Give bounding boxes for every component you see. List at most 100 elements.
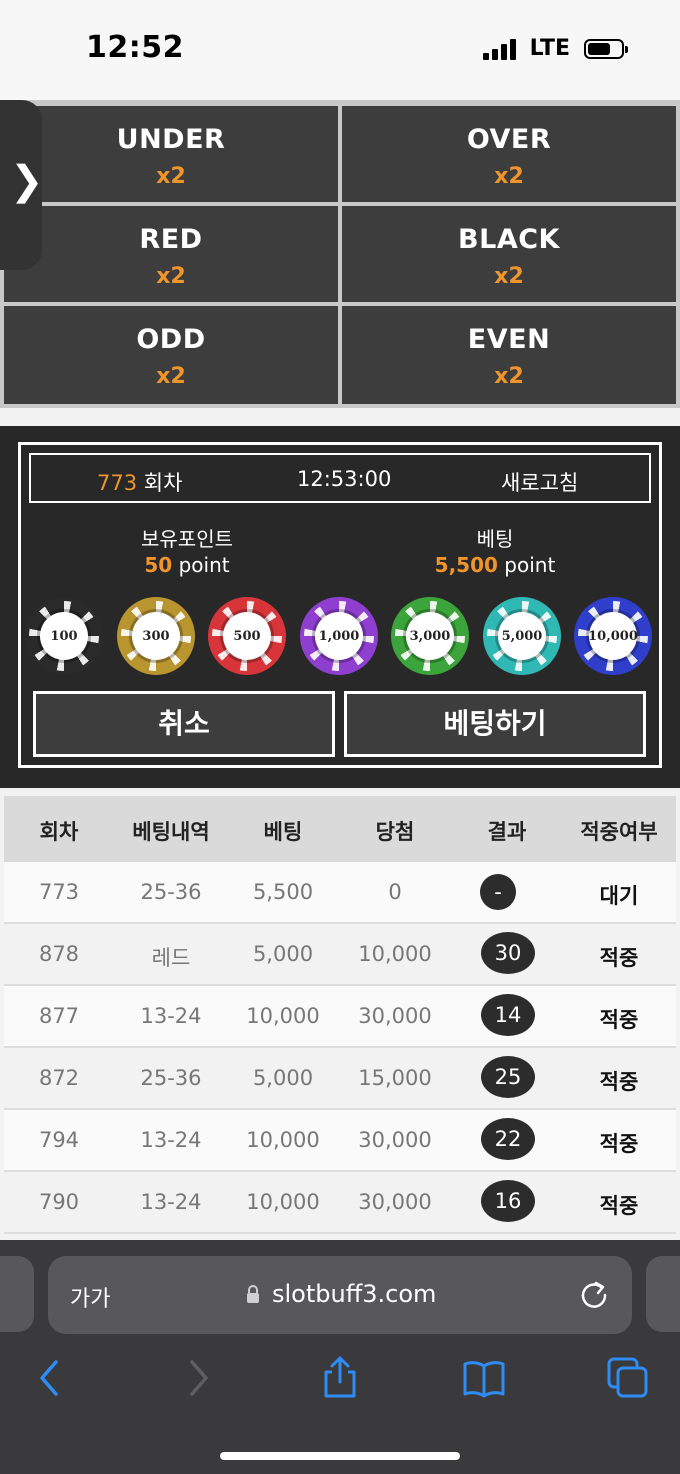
cell-round: 872 xyxy=(38,1066,80,1090)
bet-option-even[interactable]: EVEN x2 xyxy=(342,306,676,404)
result-ball: - xyxy=(480,874,516,910)
column-header: 베팅내역 xyxy=(132,820,210,844)
bet-option-name: OVER xyxy=(466,124,552,155)
cell-status: 적중 xyxy=(599,1132,639,1156)
bet-option-multiplier: x2 xyxy=(156,264,186,289)
bet-options-grid: UNDER x2 OVER x2 RED x2 BLACK x2 ODD x2 … xyxy=(0,100,680,408)
table-row: 773 25-36 5,500 0 - 대기 xyxy=(4,862,676,924)
bet-option-red[interactable]: RED x2 xyxy=(4,206,338,302)
bet-option-name: UNDER xyxy=(116,124,226,155)
bet-option-multiplier: x2 xyxy=(494,264,524,289)
home-indicator xyxy=(220,1452,460,1460)
chip-label: 100 xyxy=(40,612,88,660)
betting-label: 베팅 xyxy=(476,527,514,551)
chip-label: 10,000 xyxy=(588,612,638,660)
cell-pick: 25-36 xyxy=(140,880,202,904)
table-row: 872 25-36 5,000 15,000 25 적중 xyxy=(4,1048,676,1110)
chip-3000[interactable]: 3,000 xyxy=(391,597,469,675)
column-header: 적중여부 xyxy=(580,820,658,844)
bookmarks-icon[interactable] xyxy=(462,1356,506,1400)
result-ball: 16 xyxy=(481,1180,535,1222)
betting-amount: 5,500 xyxy=(434,553,498,577)
chip-label: 500 xyxy=(223,612,271,660)
cell-bet: 5,000 xyxy=(252,1066,314,1090)
back-icon[interactable] xyxy=(28,1356,72,1400)
text-size-button[interactable]: 가가 xyxy=(70,1281,110,1313)
chip-300[interactable]: 300 xyxy=(117,597,195,675)
status-indicators: LTE xyxy=(482,36,628,61)
tabs-icon[interactable] xyxy=(606,1356,650,1400)
bet-option-name: BLACK xyxy=(458,224,560,255)
cell-status: 적중 xyxy=(599,1070,639,1094)
points-unit: point xyxy=(172,553,230,577)
refresh-button[interactable]: 새로고침 xyxy=(501,467,578,497)
share-icon[interactable] xyxy=(318,1356,362,1400)
chevron-right-icon: ❯ xyxy=(10,158,44,204)
bet-option-under[interactable]: UNDER x2 xyxy=(4,106,338,202)
battery-icon xyxy=(584,38,628,59)
cell-bet: 10,000 xyxy=(246,1004,320,1028)
cell-bet: 5,500 xyxy=(252,880,314,904)
cell-round: 790 xyxy=(38,1190,80,1214)
table-row: 878 레드 5,000 10,000 30 적중 xyxy=(4,924,676,986)
points-amount: 50 xyxy=(144,553,173,577)
reload-icon[interactable] xyxy=(578,1278,610,1310)
network-label: LTE xyxy=(529,36,570,61)
result-ball: 25 xyxy=(481,1056,535,1098)
betting-unit: point xyxy=(497,553,556,577)
cell-pick: 레드 xyxy=(151,946,191,970)
cell-bet: 5,000 xyxy=(252,942,314,966)
round-clock: 12:53:00 xyxy=(297,467,392,491)
chip-5000[interactable]: 5,000 xyxy=(483,597,561,675)
table-header: 회차 베팅내역 베팅 당첨 결과 적중여부 xyxy=(4,796,676,862)
result-ball: 14 xyxy=(481,994,535,1036)
column-header: 베팅 xyxy=(263,820,303,844)
cell-pick: 13-24 xyxy=(140,1190,202,1214)
cancel-button[interactable]: 취소 xyxy=(33,691,335,757)
column-header: 결과 xyxy=(487,820,527,844)
cell-pick: 13-24 xyxy=(140,1128,202,1152)
cell-win: 30,000 xyxy=(358,1190,432,1214)
result-ball: 30 xyxy=(481,932,535,974)
bet-option-multiplier: x2 xyxy=(494,364,524,389)
chip-label: 300 xyxy=(132,612,180,660)
next-tab-preview[interactable] xyxy=(646,1256,680,1332)
column-header: 회차 xyxy=(39,820,79,844)
url-text: slotbuff3.com xyxy=(272,1280,437,1308)
cell-round: 877 xyxy=(38,1004,80,1028)
betting-panel: 773 회차 12:53:00 새로고침 보유포인트 50 point 베팅 5… xyxy=(0,426,680,788)
signal-icon xyxy=(482,38,516,60)
status-bar: 12:52 LTE xyxy=(0,0,680,100)
bet-option-name: RED xyxy=(139,224,203,255)
cell-status: 적중 xyxy=(599,1194,639,1218)
points-value: 50 point xyxy=(77,553,297,577)
round-number: 773 xyxy=(97,471,138,495)
bet-option-over[interactable]: OVER x2 xyxy=(342,106,676,202)
cell-win: 0 xyxy=(388,880,402,904)
previous-tab-preview[interactable] xyxy=(0,1256,34,1332)
cell-round: 773 xyxy=(38,880,80,904)
cell-status: 적중 xyxy=(599,1008,639,1032)
cell-win: 30,000 xyxy=(358,1004,432,1028)
forward-icon[interactable] xyxy=(176,1356,220,1400)
cell-win: 30,000 xyxy=(358,1128,432,1152)
cell-status: 적중 xyxy=(599,946,639,970)
round-suffix: 회차 xyxy=(137,471,183,495)
address-bar[interactable]: 가가 slotbuff3.com xyxy=(48,1256,632,1334)
bet-option-black[interactable]: BLACK x2 xyxy=(342,206,676,302)
bet-option-multiplier: x2 xyxy=(156,164,186,189)
chip-1000[interactable]: 1,000 xyxy=(300,597,378,675)
chip-100[interactable]: 100 xyxy=(25,597,103,675)
bet-option-multiplier: x2 xyxy=(156,364,186,389)
chip-10000[interactable]: 10,000 xyxy=(574,597,652,675)
cell-pick: 25-36 xyxy=(140,1066,202,1090)
side-menu-tab[interactable]: ❯ xyxy=(0,100,44,270)
cell-win: 10,000 xyxy=(358,942,432,966)
table-row: 790 13-24 10,000 30,000 16 적중 xyxy=(4,1172,676,1234)
chip-500[interactable]: 500 xyxy=(208,597,286,675)
place-bet-button[interactable]: 베팅하기 xyxy=(344,691,646,757)
result-ball: 22 xyxy=(481,1118,535,1160)
bet-option-odd[interactable]: ODD x2 xyxy=(4,306,338,404)
round-info-bar: 773 회차 12:53:00 새로고침 xyxy=(29,453,651,503)
chip-label: 3,000 xyxy=(406,612,454,660)
